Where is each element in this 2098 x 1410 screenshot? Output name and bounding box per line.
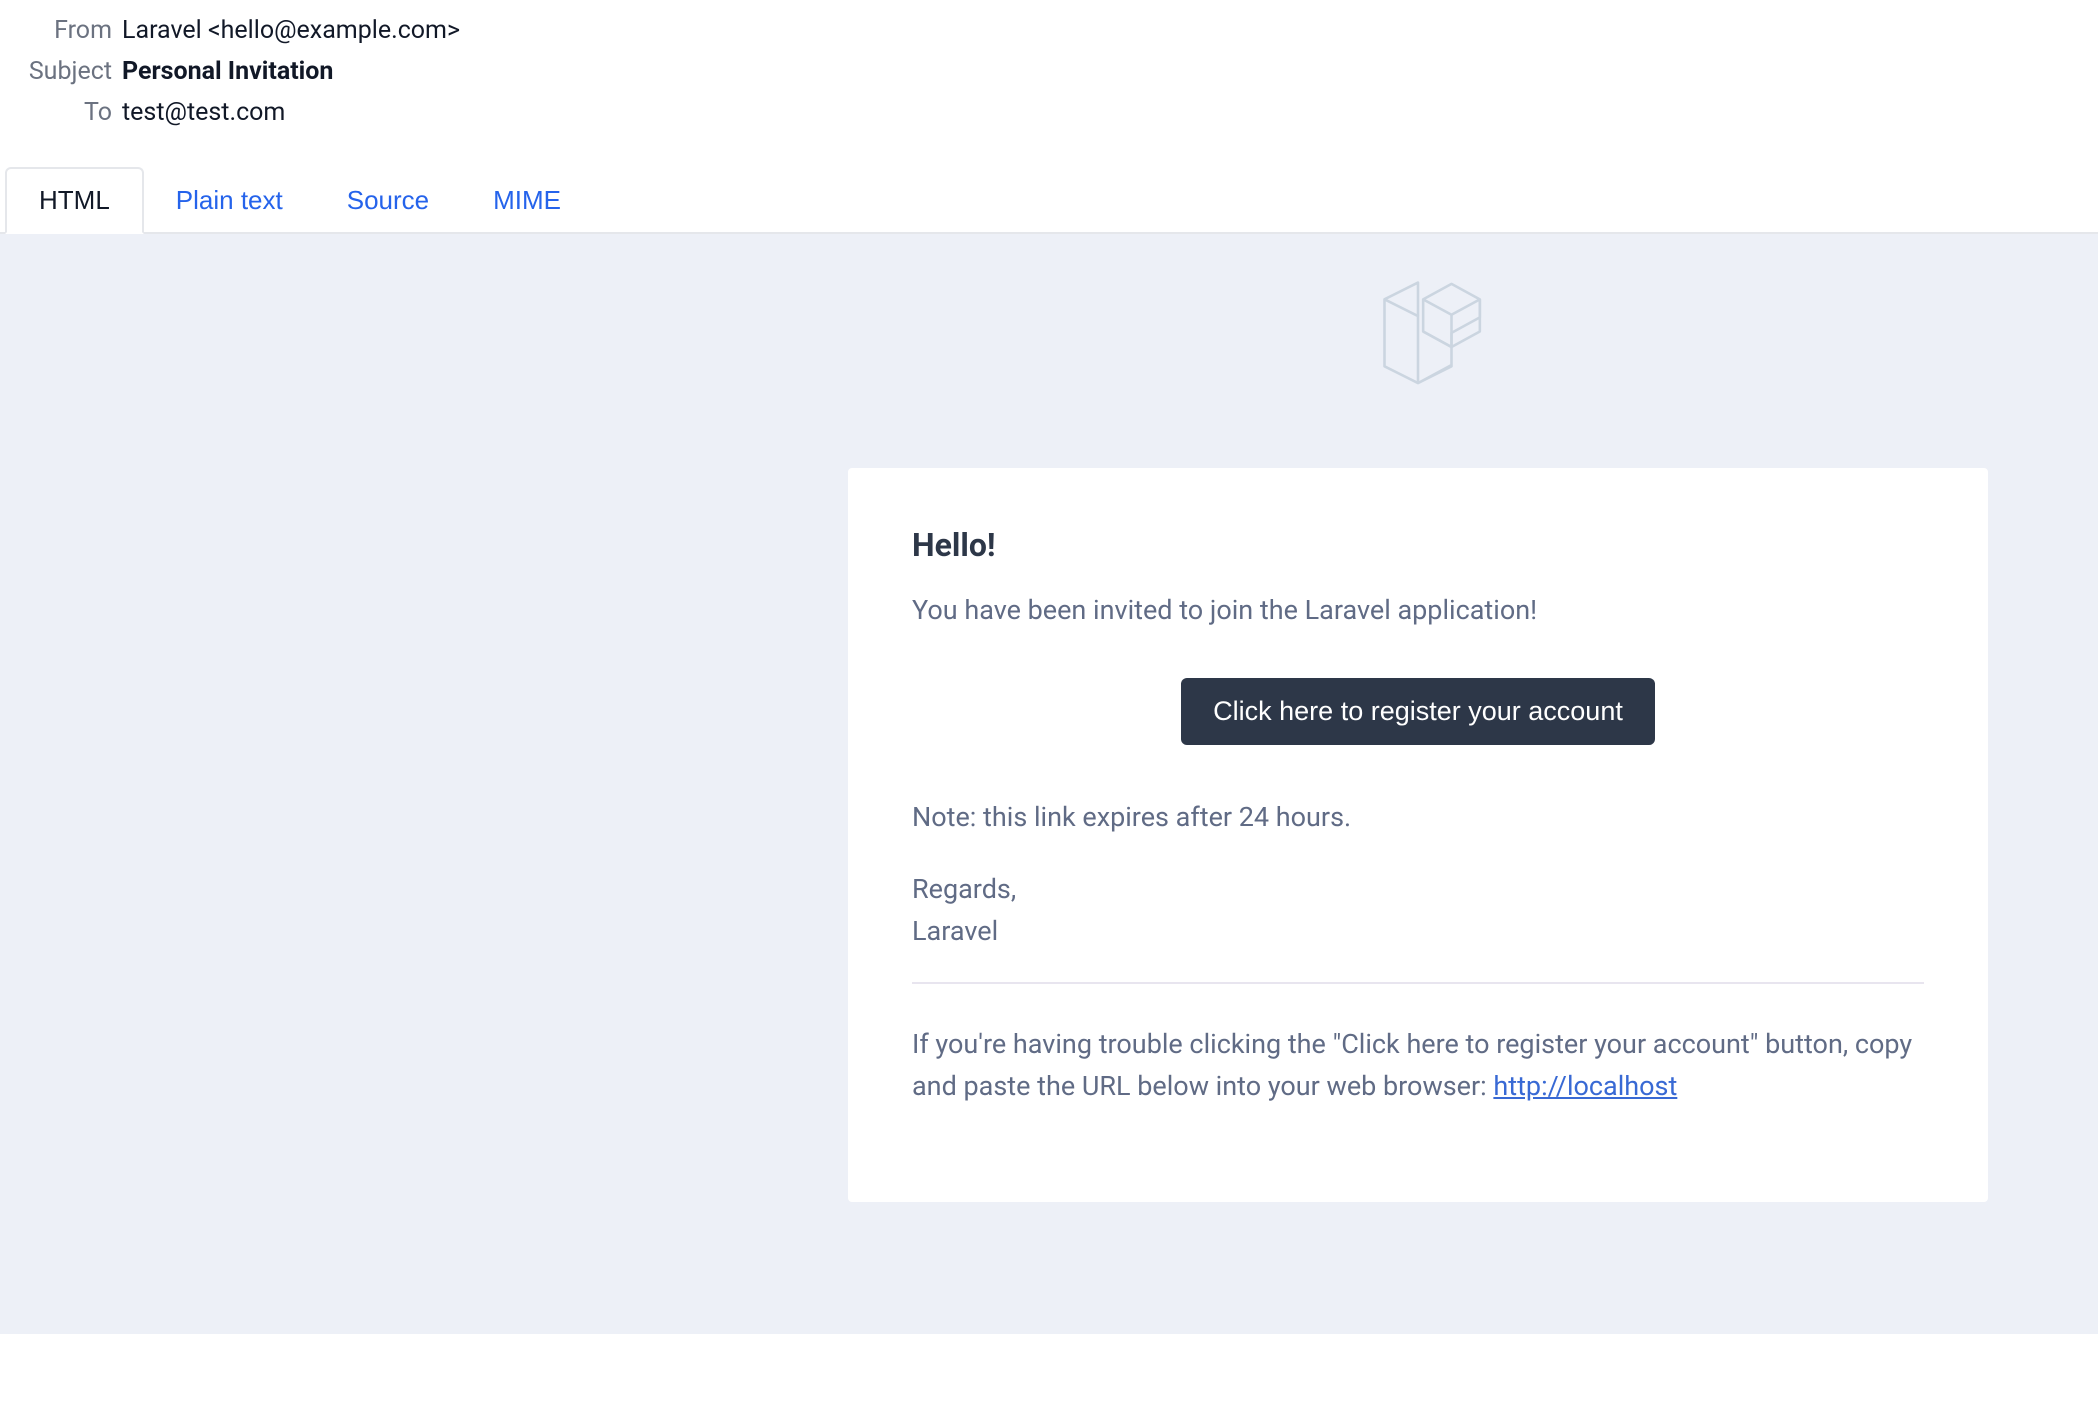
tab-plain[interactable]: Plain text [144,169,315,232]
view-tabs: HTML Plain text Source MIME [0,167,2098,234]
email-subcopy: If you're having trouble clicking the "C… [912,1024,1924,1108]
email-expiry-note: Note: this link expires after 24 hours. [912,797,1924,839]
email-fallback-link[interactable]: http://localhost [1493,1070,1677,1102]
header-value-to: test@test.com [122,98,285,127]
email-subcopy-text: If you're having trouble clicking the "C… [912,1028,1912,1102]
header-row-subject: Subject Personal Invitation [0,51,2098,92]
email-divider [912,982,1924,984]
tab-html[interactable]: HTML [5,167,144,234]
email-greeting: Hello! [912,526,1924,564]
header-label-from: From [0,16,122,45]
header-row-from: From Laravel <hello@example.com> [0,10,2098,51]
laravel-logo-icon [1353,280,1483,418]
tab-mime[interactable]: MIME [461,169,593,232]
header-label-subject: Subject [0,57,122,86]
email-logo-wrap [848,270,1988,468]
header-label-to: To [0,98,122,127]
register-account-button[interactable]: Click here to register your account [1181,678,1655,745]
email-preview-stage: Hello! You have been invited to join the… [0,234,2098,1334]
email-intro-text: You have been invited to join the Larave… [912,590,1924,632]
tab-source[interactable]: Source [315,169,461,232]
email-signoff: Regards, Laravel [912,869,1924,953]
header-value-from: Laravel <hello@example.com> [122,16,460,45]
email-action-row: Click here to register your account [912,678,1924,745]
email-body-card: Hello! You have been invited to join the… [848,468,1988,1202]
header-row-to: To test@test.com [0,92,2098,133]
header-value-subject: Personal Invitation [122,57,333,86]
email-headers: From Laravel <hello@example.com> Subject… [0,0,2098,139]
